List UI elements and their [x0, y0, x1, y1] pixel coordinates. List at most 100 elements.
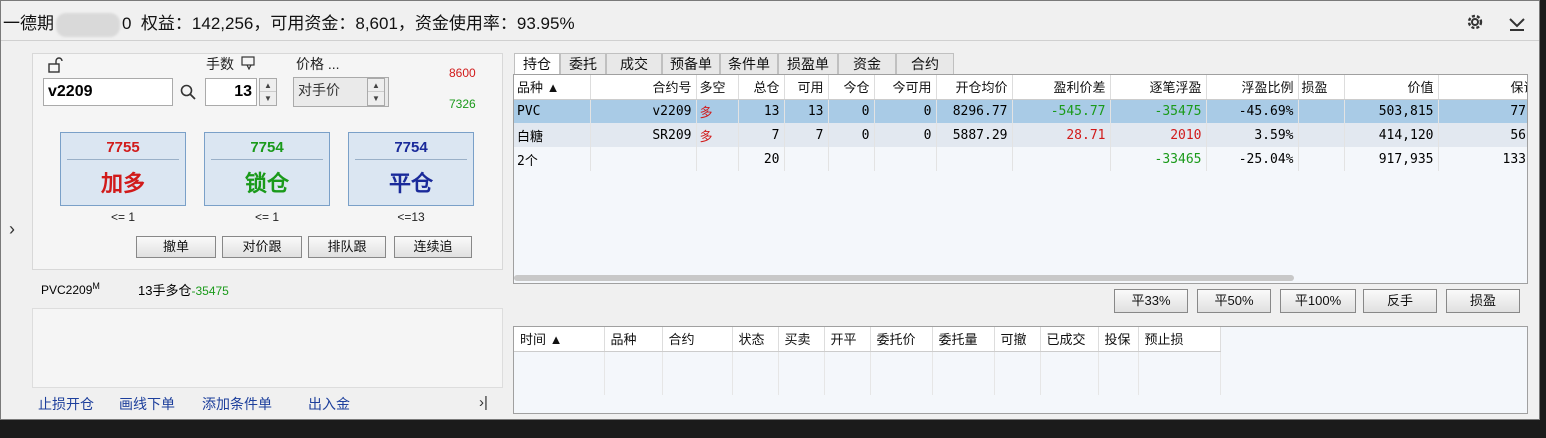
lock-price: 7754 — [211, 139, 323, 160]
col-header[interactable]: 今可用 — [874, 75, 937, 100]
cell: 白糖 — [514, 123, 591, 147]
col-header[interactable]: 品种 ▲ — [514, 75, 591, 100]
col-header[interactable]: 开仓均价 — [936, 75, 1013, 100]
col-header[interactable]: 合约 — [662, 327, 733, 352]
close-position-button[interactable]: 7754 平仓 — [348, 132, 474, 206]
cell: 5887.29 — [936, 123, 1013, 147]
tab-contracts[interactable]: 合约 — [896, 53, 954, 74]
col-header[interactable]: 状态 — [732, 327, 779, 352]
position-contract-code: PVC2209 — [41, 283, 93, 297]
col-header[interactable]: 时间 ▲ — [514, 327, 605, 352]
qty-stepper[interactable]: ▲ ▼ — [259, 78, 277, 106]
col-header[interactable]: 投保 — [1098, 327, 1139, 352]
col-header[interactable]: 盈利价差 — [1012, 75, 1111, 100]
stop-loss-open-link[interactable]: 止损开仓 — [38, 394, 94, 414]
cell — [1298, 147, 1345, 171]
tab-stop-orders[interactable]: 损盈单 — [778, 53, 838, 74]
cell — [590, 147, 697, 171]
price-label: 价格 ... — [296, 56, 340, 72]
follow-queue-price-button[interactable]: 排队跟 — [308, 236, 386, 258]
table-row[interactable]: 白糖 SR209 多 7 7 0 0 5887.29 28.71 2010 3.… — [514, 123, 1527, 147]
col-header[interactable]: 浮盈比例 — [1206, 75, 1299, 100]
add-long-label: 加多 — [100, 172, 145, 197]
draw-line-order-link[interactable]: 画线下单 — [119, 394, 175, 414]
col-header[interactable]: 多空 — [696, 75, 739, 100]
col-header[interactable]: 可用 — [784, 75, 829, 100]
summary-row: 2个 20 -33465 -25.04% 917,935 133,65 — [514, 147, 1527, 171]
price-down-icon[interactable]: ▼ — [368, 92, 384, 105]
positions-table: 品种 ▲ 合约号 多空 总仓 可用 今仓 今可用 开仓均价 盈利价差 逐笔浮盈 … — [513, 74, 1528, 284]
tab-prepared-orders[interactable]: 预备单 — [662, 53, 720, 74]
col-header[interactable]: 买卖 — [778, 327, 825, 352]
gear-icon[interactable] — [1464, 11, 1486, 33]
cell — [784, 147, 829, 171]
qty-input[interactable] — [205, 78, 257, 106]
cell: 0 — [874, 123, 937, 147]
close-100-button[interactable]: 平100% — [1280, 289, 1356, 313]
deposit-withdraw-link[interactable]: 出入金 — [308, 394, 350, 414]
tab-trades[interactable]: 成交 — [606, 53, 662, 74]
cell: -33465 — [1110, 147, 1207, 171]
empty-row — [514, 351, 1221, 373]
qty-down-icon[interactable]: ▼ — [260, 92, 276, 105]
cell — [1012, 147, 1111, 171]
cell: 7 — [784, 123, 829, 147]
cell — [936, 147, 1013, 171]
add-conditional-order-link[interactable]: 添加条件单 — [202, 394, 272, 414]
lock-position-button[interactable]: 7754 锁仓 — [204, 132, 330, 206]
price-stepper[interactable]: ▲ ▼ — [367, 78, 385, 106]
cell — [1298, 123, 1345, 147]
cancel-order-button[interactable]: 撤单 — [136, 236, 216, 258]
col-header[interactable]: 委托量 — [932, 327, 995, 352]
tab-conditional-orders[interactable]: 条件单 — [720, 53, 778, 74]
collapse-panel-icon[interactable]: ›| — [479, 394, 488, 411]
contract-input[interactable] — [43, 78, 173, 106]
qty-mode-icon[interactable] — [241, 56, 257, 71]
trading-window: 一德期 0 权益：142,256，可用资金：8,601，资金使用率：93.95% … — [0, 0, 1540, 420]
col-header[interactable]: 总仓 — [738, 75, 785, 100]
qty-label: 手数 — [206, 56, 234, 72]
tab-orders[interactable]: 委托 — [560, 53, 606, 74]
masked-account-number — [56, 12, 120, 37]
col-header[interactable]: 开平 — [824, 327, 871, 352]
tab-positions[interactable]: 持仓 — [514, 53, 560, 75]
follow-counter-price-button[interactable]: 对价跟 — [222, 236, 302, 258]
cell — [696, 147, 739, 171]
add-long-button[interactable]: 7755 加多 — [60, 132, 186, 206]
position-pnl: -35475 — [191, 284, 229, 298]
continuous-chase-button[interactable]: 连续追 — [394, 236, 472, 258]
reverse-button[interactable]: 反手 — [1363, 289, 1437, 313]
col-header[interactable]: 委托价 — [870, 327, 933, 352]
col-header[interactable]: 保证金 — [1438, 75, 1527, 100]
stop-profit-loss-button[interactable]: 损盈 — [1446, 289, 1520, 313]
price-up-icon[interactable]: ▲ — [368, 79, 384, 92]
cell: 133,65 — [1438, 147, 1527, 171]
col-header[interactable]: 品种 — [604, 327, 663, 352]
col-header[interactable]: 可撤 — [994, 327, 1041, 352]
tab-funds[interactable]: 资金 — [838, 53, 896, 74]
cell — [1298, 99, 1345, 123]
col-header[interactable]: 预止损 — [1138, 327, 1221, 352]
qty-up-icon[interactable]: ▲ — [260, 79, 276, 92]
lower-limit-price: 7326 — [449, 97, 476, 111]
col-header[interactable]: 价值 — [1344, 75, 1439, 100]
title-bar: 一德期 0 权益：142,256，可用资金：8,601，资金使用率：93.95% — [1, 1, 1539, 41]
cell: v2209 — [590, 99, 697, 123]
unlock-icon[interactable] — [47, 57, 65, 73]
col-header[interactable]: 损盈 — [1298, 75, 1345, 100]
horizontal-scrollbar[interactable] — [514, 275, 1294, 281]
table-row[interactable]: PVC v2209 多 13 13 0 0 8296.77 -545.77 -3… — [514, 99, 1527, 123]
cell: 2个 — [514, 147, 591, 171]
cell: 7 — [738, 123, 785, 147]
col-header[interactable]: 今仓 — [828, 75, 875, 100]
cell: -25.04% — [1206, 147, 1299, 171]
close-50-button[interactable]: 平50% — [1197, 289, 1271, 313]
col-header[interactable]: 逐笔浮盈 — [1110, 75, 1207, 100]
search-icon[interactable] — [179, 83, 197, 101]
close-33-button[interactable]: 平33% — [1114, 289, 1188, 313]
cell: 56,01 — [1438, 123, 1527, 147]
expand-left-chevron-icon[interactable]: › — [9, 219, 15, 240]
col-header[interactable]: 已成交 — [1040, 327, 1099, 352]
minimize-chevron-icon[interactable] — [1506, 11, 1528, 33]
col-header[interactable]: 合约号 — [590, 75, 697, 100]
